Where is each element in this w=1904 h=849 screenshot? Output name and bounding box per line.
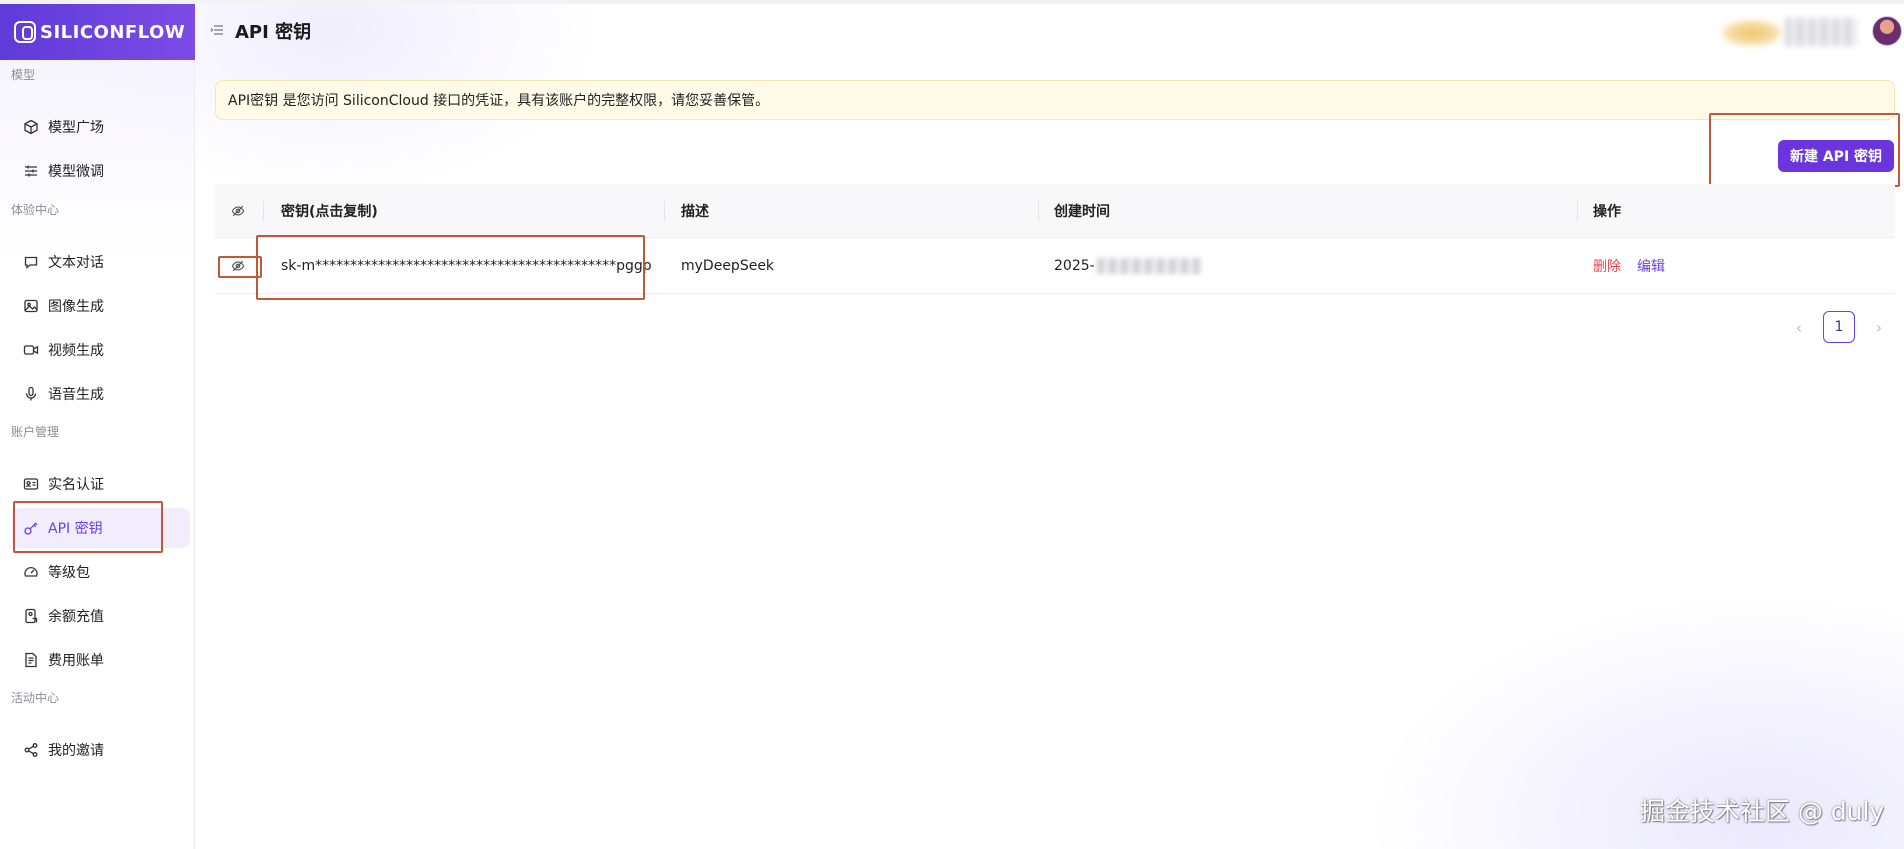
toggle-visibility-icon[interactable] xyxy=(231,238,245,293)
wallet-icon xyxy=(22,607,40,625)
cube-icon xyxy=(22,118,40,136)
chat-icon xyxy=(22,253,40,271)
section-label-models: 模型 xyxy=(11,68,36,82)
sidebar-item-label: API 密钥 xyxy=(48,521,103,537)
gauge-icon xyxy=(22,563,40,581)
sidebar-item-image-gen[interactable]: 图像生成 xyxy=(12,286,190,326)
user-info-blurred xyxy=(1785,18,1857,46)
sidebar: SILICONFLOW 模型 模型广场 模型微调 体验中心 文本对话 图像生成 … xyxy=(0,4,195,849)
sidebar-item-label: 等级包 xyxy=(48,565,90,581)
menu-collapse-icon[interactable] xyxy=(210,22,224,36)
sidebar-item-model-finetune[interactable]: 模型微调 xyxy=(12,151,190,191)
sidebar-item-label: 图像生成 xyxy=(48,299,104,315)
sidebar-item-label: 余额充值 xyxy=(48,609,104,625)
api-key-value[interactable]: sk-m************************************… xyxy=(281,238,652,293)
sidebar-item-label: 模型微调 xyxy=(48,164,104,180)
id-card-icon xyxy=(22,475,40,493)
sidebar-item-label: 视频生成 xyxy=(48,343,104,359)
api-keys-table: 密钥(点击复制) 描述 创建时间 操作 sk-m****************… xyxy=(215,184,1895,294)
sidebar-item-voice-gen[interactable]: 语音生成 xyxy=(12,374,190,414)
table-row: sk-m************************************… xyxy=(215,238,1895,294)
column-header-description: 描述 xyxy=(681,203,709,220)
sidebar-item-real-name[interactable]: 实名认证 xyxy=(12,464,190,504)
sidebar-item-label: 文本对话 xyxy=(48,255,104,271)
row-actions: 删除 编辑 xyxy=(1593,238,1665,293)
delete-key-link[interactable]: 删除 xyxy=(1593,256,1621,276)
sidebar-item-label: 模型广场 xyxy=(48,120,104,136)
sidebar-item-recharge[interactable]: 余额充值 xyxy=(12,596,190,636)
sidebar-item-text-chat[interactable]: 文本对话 xyxy=(12,242,190,282)
sidebar-item-label: 实名认证 xyxy=(48,477,104,493)
share-icon xyxy=(22,741,40,759)
sidebar-item-label: 语音生成 xyxy=(48,387,104,403)
bill-icon xyxy=(22,651,40,669)
sidebar-item-label: 费用账单 xyxy=(48,653,104,669)
page-title: API 密钥 xyxy=(235,22,312,43)
sidebar-item-billing[interactable]: 费用账单 xyxy=(12,640,190,680)
image-icon xyxy=(22,297,40,315)
app-window: SILICONFLOW 模型 模型广场 模型微调 体验中心 文本对话 图像生成 … xyxy=(0,0,1904,849)
created-date-blurred xyxy=(1096,257,1201,274)
created-date-visible: 2025- xyxy=(1054,257,1095,274)
column-divider xyxy=(1577,201,1578,221)
avatar[interactable] xyxy=(1872,16,1902,46)
column-header-key: 密钥(点击复制) xyxy=(281,203,378,220)
mic-icon xyxy=(22,385,40,403)
pagination-next-icon[interactable]: › xyxy=(1870,318,1888,337)
sidebar-item-level-pack[interactable]: 等级包 xyxy=(12,552,190,592)
sidebar-item-model-square[interactable]: 模型广场 xyxy=(12,107,190,147)
section-label-account: 账户管理 xyxy=(11,425,60,439)
key-description: myDeepSeek xyxy=(681,257,775,274)
pagination-page-current[interactable]: 1 xyxy=(1823,311,1855,343)
pagination-prev-icon[interactable]: ‹ xyxy=(1790,318,1808,337)
sidebar-item-label: 我的邀请 xyxy=(48,743,104,759)
logo-bar[interactable]: SILICONFLOW xyxy=(0,4,195,60)
column-header-actions: 操作 xyxy=(1593,203,1621,220)
sidebar-item-api-keys[interactable]: API 密钥 xyxy=(12,508,190,548)
video-icon xyxy=(22,341,40,359)
section-label-activity: 活动中心 xyxy=(11,691,60,705)
sliders-icon xyxy=(22,162,40,180)
sidebar-item-my-invites[interactable]: 我的邀请 xyxy=(12,730,190,770)
key-icon xyxy=(22,519,40,537)
key-created-time: 2025- xyxy=(1054,238,1201,293)
watermark: 掘金技术社区 @ duly xyxy=(1640,797,1885,826)
info-banner: API密钥 是您访问 SiliconCloud 接口的凭证，具有该账户的完整权限… xyxy=(215,80,1895,120)
new-api-key-button[interactable]: 新建 API 密钥 xyxy=(1778,140,1894,172)
logo-icon xyxy=(14,21,36,43)
logo-text: SILICONFLOW xyxy=(40,21,186,43)
column-divider xyxy=(1038,201,1039,221)
edit-key-link[interactable]: 编辑 xyxy=(1637,256,1665,276)
user-name-blurred xyxy=(1722,20,1782,46)
column-header-created: 创建时间 xyxy=(1054,203,1110,220)
top-border xyxy=(0,0,1904,4)
column-divider xyxy=(263,201,264,221)
section-label-experience: 体验中心 xyxy=(11,203,60,217)
table-header: 密钥(点击复制) 描述 创建时间 操作 xyxy=(215,184,1895,238)
sidebar-item-video-gen[interactable]: 视频生成 xyxy=(12,330,190,370)
banner-text: API密钥 是您访问 SiliconCloud 接口的凭证，具有该账户的完整权限… xyxy=(228,93,770,109)
toggle-visibility-all-icon[interactable] xyxy=(231,184,245,237)
column-divider xyxy=(664,201,665,221)
